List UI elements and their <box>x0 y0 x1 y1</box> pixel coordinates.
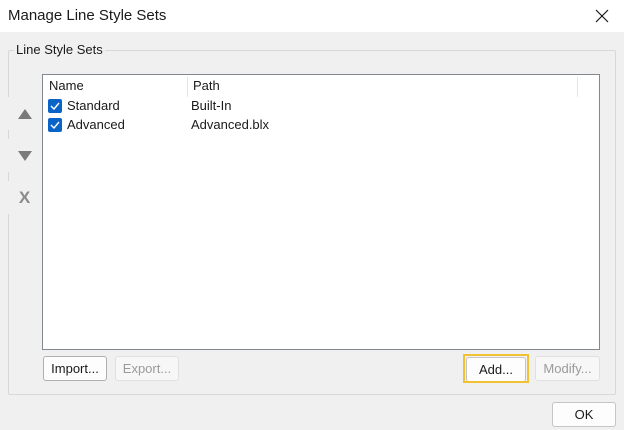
triangle-down-icon <box>17 150 32 161</box>
title-bar: Manage Line Style Sets <box>0 0 624 32</box>
checkbox-advanced[interactable] <box>48 118 62 132</box>
checkmark-icon <box>50 102 60 110</box>
close-button[interactable] <box>580 0 624 32</box>
delete-x-icon: X <box>18 187 31 207</box>
import-button[interactable]: Import... <box>43 356 107 381</box>
ok-button[interactable]: OK <box>552 402 616 427</box>
add-button[interactable]: Add... <box>466 357 526 382</box>
checkbox-standard[interactable] <box>48 99 62 113</box>
row-name: Advanced <box>67 117 125 132</box>
column-header-path[interactable]: Path <box>187 75 577 97</box>
list-item[interactable]: Standard Built-In <box>43 97 599 116</box>
group-label: Line Style Sets <box>14 42 105 57</box>
window-title: Manage Line Style Sets <box>8 7 167 24</box>
list-item[interactable]: Advanced Advanced.blx <box>43 116 599 135</box>
export-button[interactable]: Export... <box>115 356 179 381</box>
move-up-button[interactable] <box>8 97 41 130</box>
row-path: Advanced.blx <box>191 117 270 132</box>
move-down-button[interactable] <box>8 139 41 172</box>
triangle-up-icon <box>17 108 32 119</box>
modify-button[interactable]: Modify... <box>535 356 600 381</box>
row-path: Built-In <box>191 98 232 113</box>
line-style-list[interactable]: Name Path Standard Built-In Advanced Adv… <box>42 74 600 350</box>
row-name: Standard <box>67 98 120 113</box>
delete-button[interactable]: X <box>8 181 41 214</box>
column-header-name[interactable]: Name <box>43 75 187 97</box>
checkmark-icon <box>50 121 60 129</box>
column-divider[interactable] <box>577 77 578 97</box>
list-header: Name Path <box>43 75 599 97</box>
close-icon <box>595 9 609 23</box>
